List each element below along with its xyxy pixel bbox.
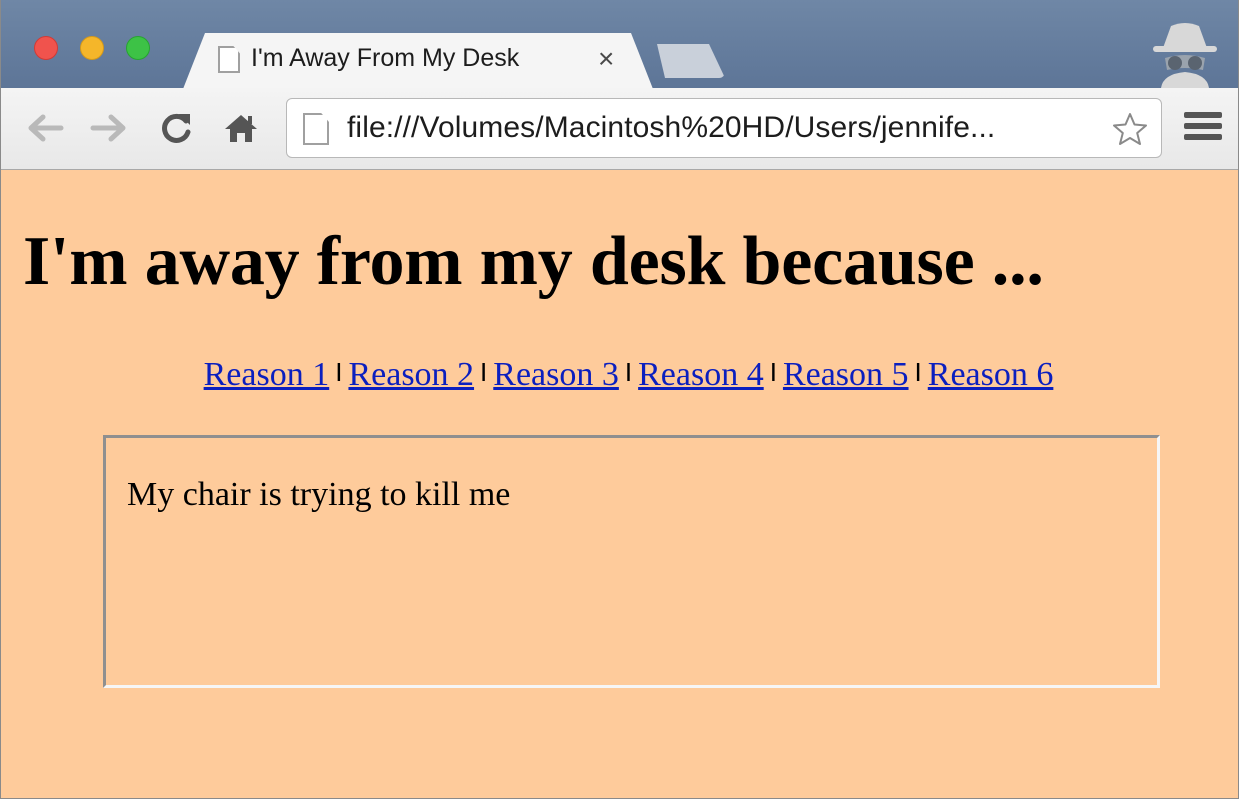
link-separator: I — [335, 357, 343, 387]
reason-link-3[interactable]: Reason 3 — [493, 356, 619, 393]
back-button[interactable] — [23, 108, 67, 148]
bookmark-star-button[interactable] — [1111, 111, 1149, 147]
link-separator: I — [624, 357, 633, 387]
reason-link-5[interactable]: Reason 5 — [783, 356, 909, 393]
browser-window: I'm Away From My Desk × file:///Volumes/… — [0, 0, 1239, 799]
home-icon — [225, 115, 257, 142]
incognito-icon — [1149, 18, 1221, 88]
reason-frame: My chair is trying to kill me — [103, 435, 1160, 688]
reload-icon — [162, 113, 191, 143]
tab-strip: I'm Away From My Desk × — [1, 0, 1238, 89]
reload-button[interactable] — [155, 108, 199, 148]
address-bar[interactable]: file:///Volumes/Macintosh%20HD/Users/jen… — [286, 98, 1162, 158]
forward-button[interactable] — [87, 108, 131, 148]
new-tab-button[interactable] — [657, 44, 725, 78]
browser-toolbar: file:///Volumes/Macintosh%20HD/Users/jen… — [1, 88, 1238, 170]
page-icon — [303, 113, 329, 145]
close-window-button[interactable] — [34, 36, 58, 60]
page-heading: I'm away from my desk because ... — [23, 223, 1044, 300]
reason-links: Reason 1 I Reason 2 I Reason 3 I Reason 4 I Reas… — [1, 356, 1238, 394]
tab-title: I'm Away From My Desk — [251, 44, 520, 72]
menu-icon[interactable] — [1184, 112, 1222, 146]
forward-arrow-icon — [90, 114, 126, 142]
minimize-window-button[interactable] — [80, 36, 104, 60]
page-content: I'm away from my desk because ... Reason… — [1, 170, 1238, 798]
page-icon — [218, 46, 240, 73]
reason-text: My chair is trying to kill me — [127, 476, 511, 513]
link-separator: I — [769, 357, 777, 387]
reason-link-4[interactable]: Reason 4 — [638, 356, 764, 393]
home-button[interactable] — [219, 108, 263, 148]
reason-link-6[interactable]: Reason 6 — [928, 356, 1054, 393]
url-text[interactable]: file:///Volumes/Macintosh%20HD/Users/jen… — [347, 111, 995, 145]
link-separator: I — [480, 357, 488, 387]
zoom-window-button[interactable] — [126, 36, 150, 60]
reason-link-1[interactable]: Reason 1 — [204, 356, 330, 393]
star-icon — [1113, 113, 1147, 145]
reason-link-2[interactable]: Reason 2 — [348, 356, 474, 393]
link-separator: I — [914, 357, 922, 387]
tab-close-button[interactable]: × — [598, 42, 614, 76]
back-arrow-icon — [28, 114, 64, 142]
